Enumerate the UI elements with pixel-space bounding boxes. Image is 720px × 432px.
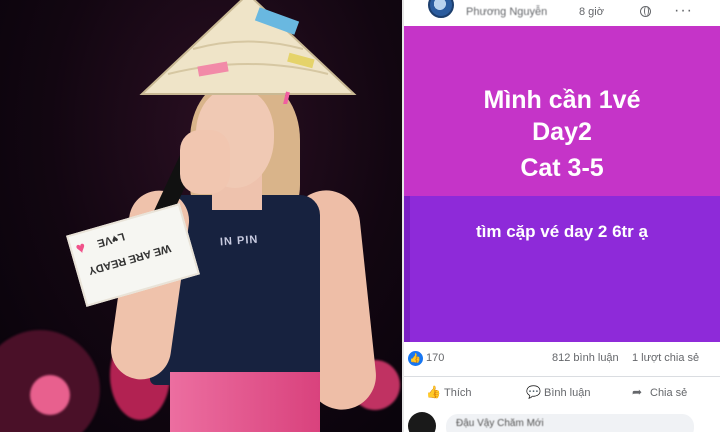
thumbs-up-icon: 👍: [408, 351, 423, 366]
share-count[interactable]: 1 lượt chia sẻ: [632, 352, 699, 364]
comment-label: Bình luận: [544, 387, 591, 399]
card-edge: [404, 196, 720, 342]
heart-icon: ♥: [74, 239, 88, 259]
action-bar: 👍 Thích 💬 Bình luận ➦ Chia sẻ: [404, 376, 720, 406]
conical-hat: [139, 0, 357, 104]
share-label: Chia sẻ: [650, 387, 688, 399]
avatar[interactable]: [408, 412, 436, 432]
comment-count[interactable]: 812 bình luận: [552, 352, 619, 364]
globe-icon: [640, 6, 651, 17]
commenter-name[interactable]: Đậu Vậy Chăm Mới: [456, 418, 544, 429]
status-line: Mình cần 1vé: [483, 86, 641, 114]
author-name[interactable]: Phương Nguyễn: [466, 6, 547, 18]
status-line: Day2: [532, 118, 592, 146]
facebook-post: Mình cần 1vé Day2 Cat 3-5 Phương Nguyễn …: [404, 0, 720, 432]
status-line: Cat 3-5: [520, 154, 604, 182]
comment-preview: Đậu Vậy Chăm Mới: [404, 408, 720, 432]
like-button[interactable]: 👍 Thích: [426, 385, 472, 399]
avatar[interactable]: [428, 0, 454, 18]
thumbs-up-icon: 👍: [426, 385, 441, 399]
share-button[interactable]: ➦ Chia sẻ: [632, 385, 687, 399]
share-icon: ➦: [632, 385, 643, 399]
concert-photo: IN PIN ♥ L♥VE WE ARE READY: [0, 0, 404, 432]
post-time[interactable]: 8 giờ: [579, 6, 604, 18]
post-header: Phương Nguyễn 8 giờ ···: [404, 0, 720, 26]
stage-light: [30, 375, 70, 415]
comment-icon: 💬: [526, 385, 541, 399]
comment-button[interactable]: 💬 Bình luận: [526, 385, 590, 399]
more-icon[interactable]: ···: [674, 2, 693, 20]
like-label: Thích: [444, 387, 472, 399]
hand: [180, 130, 230, 194]
banner-text: L♥VE: [95, 229, 126, 250]
pants: [170, 372, 320, 432]
reaction-count[interactable]: 170: [426, 352, 444, 364]
post-stats: 👍 170 812 bình luận 1 lượt chia sẻ: [404, 342, 720, 374]
status-card-pink: Mình cần 1vé Day2 Cat 3-5: [404, 26, 720, 196]
